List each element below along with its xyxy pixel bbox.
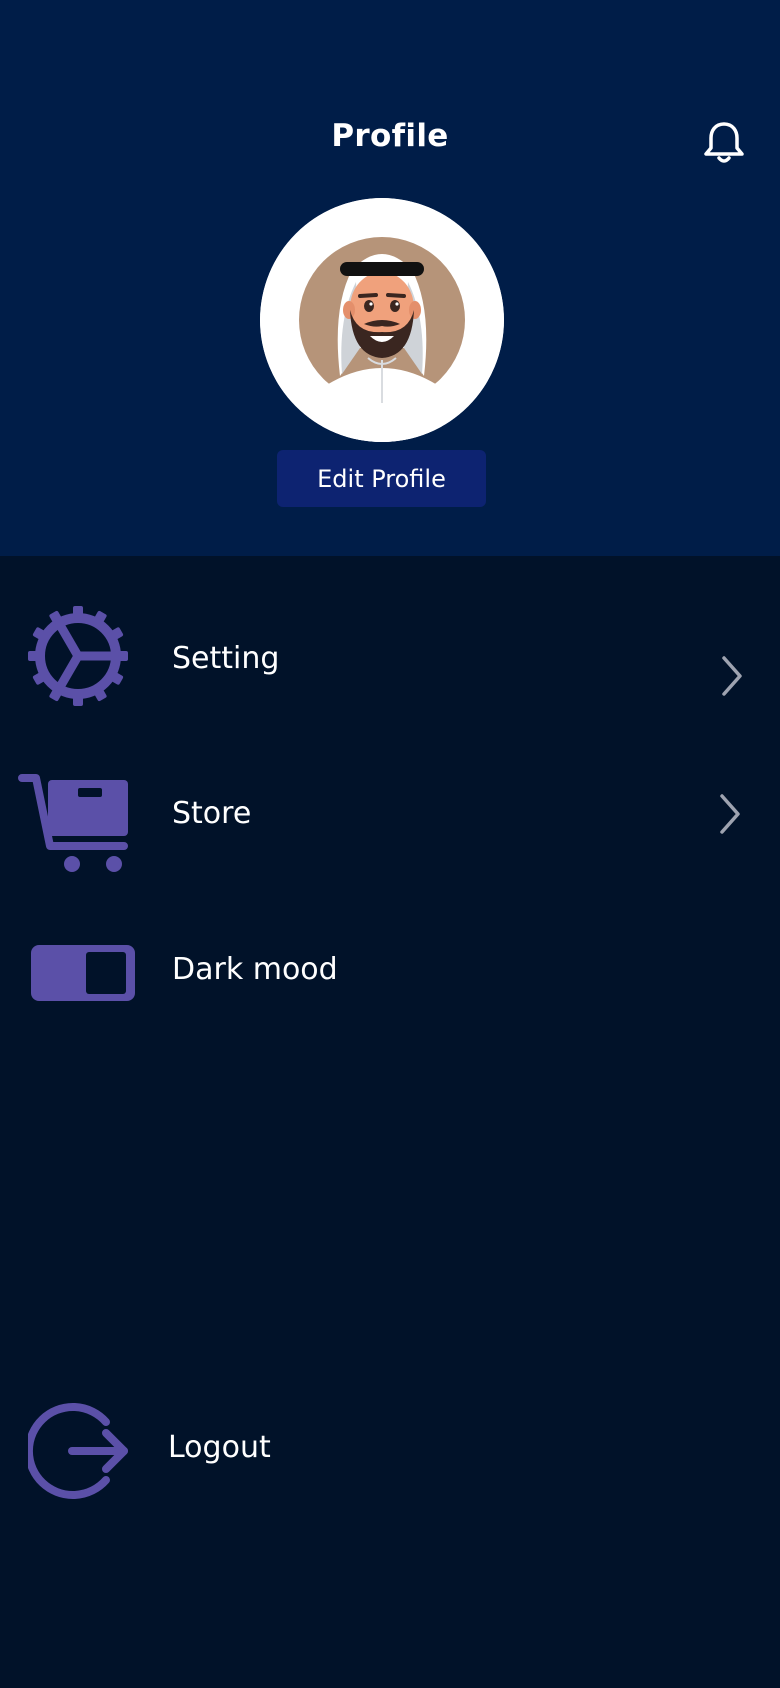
gear-icon: [28, 606, 128, 706]
logout-label: Logout: [168, 1430, 271, 1465]
menu-item-dark-mode[interactable]: Dark mood: [0, 920, 780, 1020]
logout-button[interactable]: Logout: [0, 1390, 780, 1510]
menu-label-setting: Setting: [172, 641, 280, 676]
avatar-illustration: [260, 198, 504, 442]
menu-label-store: Store: [172, 796, 252, 831]
chevron-right-icon: [722, 656, 742, 696]
profile-header: Profile Edit Profile: [0, 0, 780, 556]
menu-label-dark-mode: Dark mood: [172, 952, 338, 987]
bell-icon[interactable]: [702, 118, 746, 166]
cart-icon: [18, 774, 128, 872]
menu-item-setting[interactable]: Setting: [0, 600, 780, 712]
edit-profile-button[interactable]: Edit Profile: [277, 450, 486, 507]
logout-icon: [28, 1403, 128, 1499]
toggle-icon[interactable]: [31, 945, 135, 1001]
menu-item-store[interactable]: Store: [0, 760, 780, 880]
avatar[interactable]: [260, 198, 504, 442]
chevron-right-icon: [720, 794, 740, 834]
page-title: Profile: [331, 118, 449, 154]
